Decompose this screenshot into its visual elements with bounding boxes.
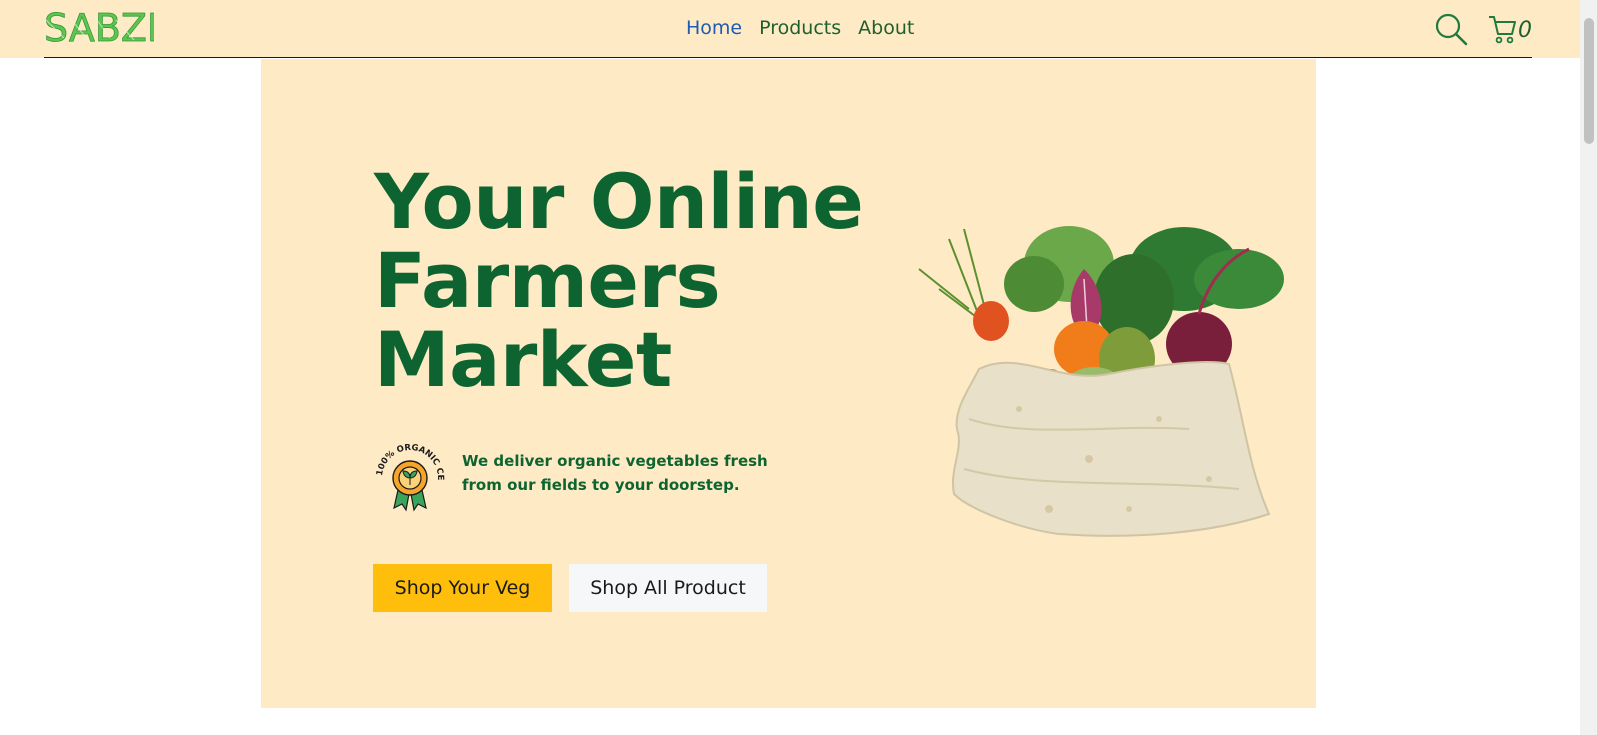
search-icon	[1435, 13, 1468, 46]
logo-icon: SABZI	[44, 8, 154, 48]
shop-your-veg-button[interactable]: Shop Your Veg	[373, 564, 552, 612]
nav-link-products[interactable]: Products	[759, 17, 841, 39]
nav-link-home[interactable]: Home	[686, 17, 742, 39]
vegetable-bag-image	[918, 226, 1284, 537]
hero-tagline: We deliver organic vegetables fresh from…	[462, 452, 768, 494]
hero-title-line: Market	[374, 315, 672, 404]
search-button[interactable]	[1434, 12, 1468, 46]
organic-certified-badge: 100% ORGANIC CERTIFIED	[368, 431, 448, 514]
hero-section: Your Online Farmers Market 100% ORGANIC …	[261, 59, 1316, 708]
hero-title: Your Online Farmers Market	[374, 162, 864, 399]
shop-all-product-button[interactable]: Shop All Product	[569, 564, 767, 612]
cart-icon	[1489, 16, 1516, 44]
svg-text:SABZI: SABZI	[44, 8, 154, 48]
top-navbar: SABZI Home Products About 0	[0, 0, 1580, 58]
scrollbar-thumb[interactable]	[1584, 18, 1594, 144]
cart-count: 0	[1518, 18, 1532, 43]
page-scrollbar[interactable]	[1580, 0, 1597, 735]
hero-title-line: Farmers	[374, 236, 721, 325]
cart-button[interactable]: 0	[1488, 14, 1532, 44]
vegetable-bag-illustration	[909, 209, 1294, 544]
hero-title-line: Your Online	[374, 157, 864, 246]
header-divider	[44, 57, 1532, 58]
brand-logo[interactable]: SABZI	[44, 8, 154, 48]
nav-link-about[interactable]: About	[858, 17, 914, 39]
main-nav: Home Products About	[686, 17, 914, 39]
organic-badge-icon: 100% ORGANIC CERTIFIED	[368, 431, 445, 512]
